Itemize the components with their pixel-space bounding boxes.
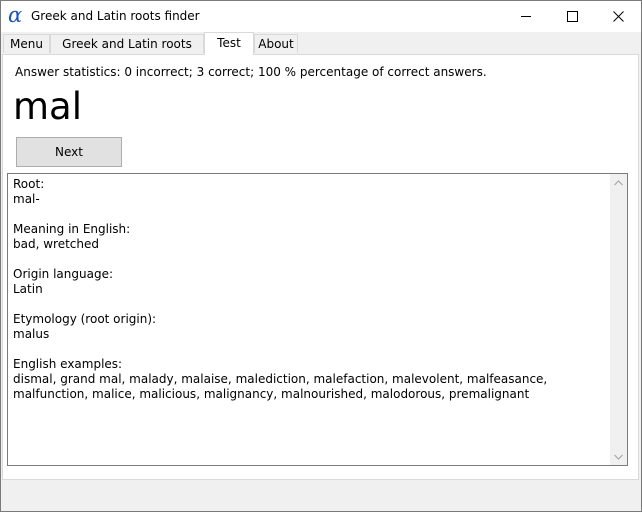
maximize-button[interactable]: [549, 1, 595, 32]
vertical-scrollbar[interactable]: [610, 174, 627, 465]
window-title: Greek and Latin roots finder: [31, 9, 200, 23]
detail-label: Meaning in English:: [13, 222, 131, 236]
detail-label: Etymology (root origin):: [13, 312, 157, 326]
tab-test[interactable]: Test: [204, 32, 254, 55]
detail-value: Latin: [13, 282, 43, 296]
detail-label: English examples:: [13, 357, 123, 371]
close-button[interactable]: [595, 1, 641, 32]
root-details-text: Root: mal- Meaning in English: bad, wret…: [13, 177, 603, 417]
detail-value: mal-: [13, 192, 40, 206]
tab-roots-table[interactable]: Greek and Latin roots table: [50, 34, 204, 70]
minimize-icon: [520, 16, 531, 17]
minimize-button[interactable]: [503, 1, 549, 32]
detail-value: bad, wretched: [13, 237, 99, 251]
detail-origin-language: Origin language: Latin: [13, 267, 603, 297]
next-button[interactable]: Next: [16, 137, 122, 167]
close-icon: [612, 11, 624, 22]
root-details-textbox[interactable]: Root: mal- Meaning in English: bad, wret…: [7, 173, 628, 466]
tab-about[interactable]: About: [254, 34, 298, 53]
scroll-up-arrow-icon[interactable]: [610, 174, 627, 191]
detail-value: dismal, grand mal, malady, malaise, male…: [13, 372, 548, 401]
answer-statistics: Answer statistics: 0 incorrect; 3 correc…: [15, 65, 487, 79]
detail-label: Root:: [13, 177, 45, 191]
scroll-down-arrow-icon[interactable]: [610, 448, 627, 465]
tab-menu[interactable]: Menu: [3, 34, 50, 53]
current-root: mal: [13, 85, 82, 128]
detail-meaning: Meaning in English: bad, wretched: [13, 222, 603, 252]
test-panel: Answer statistics: 0 incorrect; 3 correc…: [2, 54, 639, 480]
detail-examples: English examples: dismal, grand mal, mal…: [13, 357, 603, 402]
detail-label: Origin language:: [13, 267, 113, 281]
app-window: α Greek and Latin roots finder Menu Gree…: [0, 0, 642, 512]
tab-bar: Menu Greek and Latin roots table Test Ab…: [1, 32, 641, 70]
detail-etymology: Etymology (root origin): malus: [13, 312, 603, 342]
alpha-icon: α: [8, 3, 23, 27]
detail-root: Root: mal-: [13, 177, 603, 207]
maximize-icon: [566, 11, 578, 22]
detail-value: malus: [13, 327, 50, 341]
title-bar: α Greek and Latin roots finder: [1, 1, 641, 32]
